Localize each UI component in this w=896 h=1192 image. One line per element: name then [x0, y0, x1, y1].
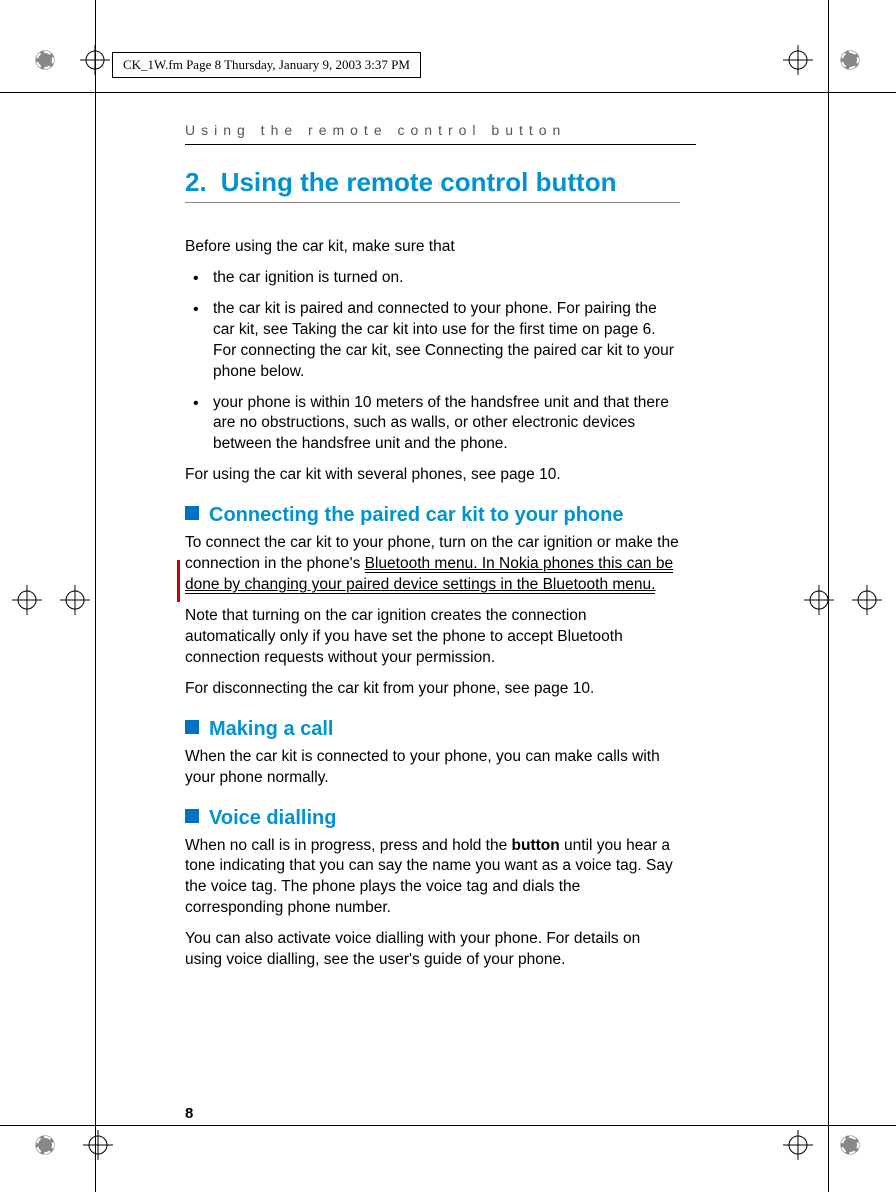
- header-text: CK_1W.fm Page 8 Thursday, January 9, 200…: [123, 57, 410, 72]
- registration-cross-icon: [60, 585, 90, 615]
- chapter-number: 2.: [185, 167, 207, 197]
- body-paragraph: Note that turning on the car ignition cr…: [185, 606, 680, 669]
- crop-line-bottom: [0, 1125, 896, 1126]
- registration-cross-icon: [804, 585, 834, 615]
- section-title: Connecting the paired car kit to your ph…: [209, 504, 623, 526]
- section-marker-icon: [185, 720, 199, 734]
- chapter-title-text: Using the remote control button: [221, 167, 617, 197]
- registration-cross-icon: [83, 1130, 113, 1160]
- page-number: 8: [185, 1105, 193, 1122]
- body-paragraph: For disconnecting the car kit from your …: [185, 679, 680, 700]
- crop-line-left: [95, 0, 96, 1192]
- registration-cross-icon: [783, 1130, 813, 1160]
- framemaker-header: CK_1W.fm Page 8 Thursday, January 9, 200…: [112, 52, 421, 78]
- list-item: the car kit is paired and connected to y…: [185, 299, 680, 383]
- revision-bar-icon: [177, 560, 180, 602]
- text-run: When no call is in progress, press and h…: [185, 837, 512, 854]
- manual-page: CK_1W.fm Page 8 Thursday, January 9, 200…: [0, 0, 896, 1192]
- registration-gear-icon: [30, 45, 60, 75]
- bold-term: button: [512, 837, 560, 854]
- chapter-heading: 2. Using the remote control button: [185, 167, 680, 203]
- section-title: Making a call: [209, 718, 334, 740]
- section-heading-connecting: Connecting the paired car kit to your ph…: [185, 504, 680, 527]
- section-heading-making-call: Making a call: [185, 718, 680, 741]
- body-paragraph: When the car kit is connected to your ph…: [185, 747, 680, 789]
- section-heading-voice-dialling: Voice dialling: [185, 807, 680, 830]
- registration-cross-icon: [852, 585, 882, 615]
- registration-cross-icon: [12, 585, 42, 615]
- list-item: the car ignition is turned on.: [185, 268, 680, 289]
- main-content: 2. Using the remote control button Before…: [185, 167, 680, 981]
- section-title: Voice dialling: [209, 807, 336, 829]
- body-paragraph: To connect the car kit to your phone, tu…: [185, 533, 680, 596]
- running-head: Using the remote control button: [185, 122, 696, 145]
- body-paragraph: For using the car kit with several phone…: [185, 465, 680, 486]
- prerequisite-list: the car ignition is turned on. the car k…: [185, 268, 680, 455]
- section-marker-icon: [185, 809, 199, 823]
- running-head-text: Using the remote control button: [185, 122, 566, 138]
- list-item: your phone is within 10 meters of the ha…: [185, 393, 680, 456]
- registration-gear-icon: [835, 45, 865, 75]
- intro-paragraph: Before using the car kit, make sure that: [185, 237, 680, 258]
- registration-cross-icon: [783, 45, 813, 75]
- crop-line-top: [0, 92, 896, 93]
- registration-gear-icon: [30, 1130, 60, 1160]
- registration-gear-icon: [835, 1130, 865, 1160]
- body-paragraph: When no call is in progress, press and h…: [185, 836, 680, 920]
- body-paragraph: You can also activate voice dialling wit…: [185, 929, 680, 971]
- section-marker-icon: [185, 506, 199, 520]
- registration-cross-icon: [80, 45, 110, 75]
